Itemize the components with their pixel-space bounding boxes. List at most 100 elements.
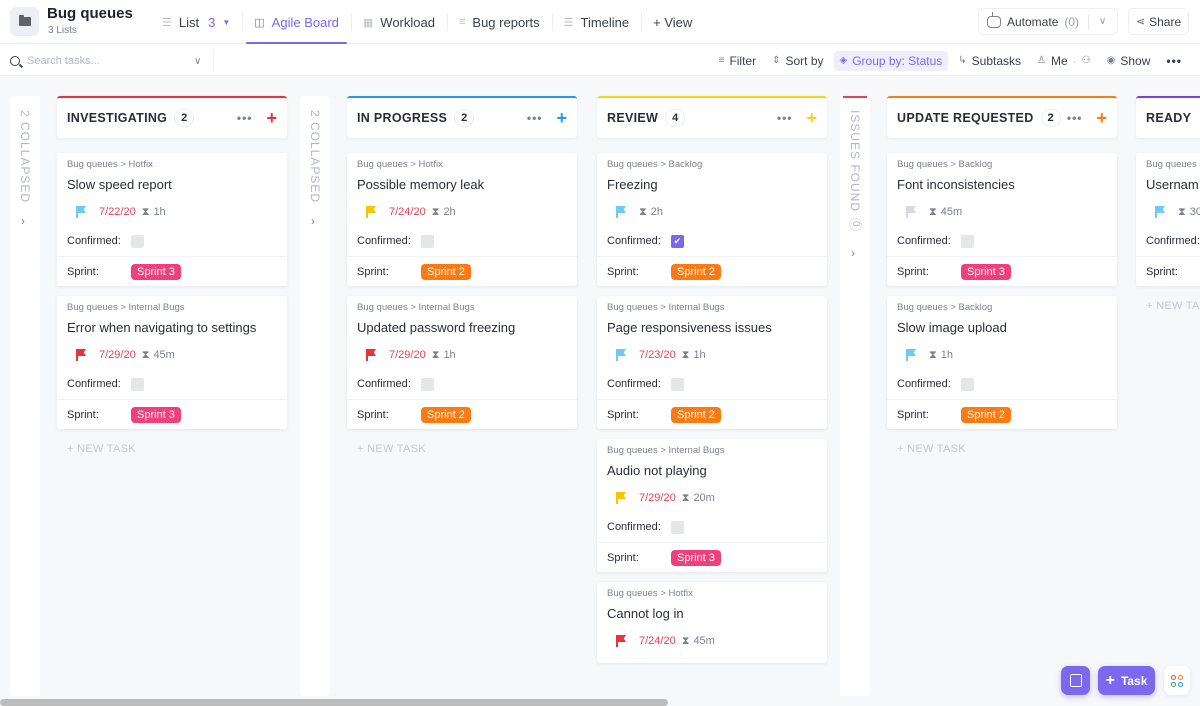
collapsed-status-issues-found[interactable]: ISSUES FOUND 0 › [840, 96, 870, 696]
priority-flag-icon[interactable] [75, 206, 87, 218]
chevron-right-icon[interactable]: › [311, 214, 315, 228]
users-icon[interactable]: ⚇ [1082, 55, 1091, 66]
confirmed-checkbox[interactable] [131, 234, 144, 248]
sprint-tag[interactable]: Sprint 2 [421, 406, 471, 423]
tab-list[interactable]: ☰ List 3 ▼ [150, 0, 242, 44]
time-estimate[interactable]: 45m [693, 635, 714, 647]
priority-flag-icon[interactable] [615, 349, 627, 361]
more-options-button[interactable]: ••• [1160, 51, 1188, 71]
sprint-tag[interactable]: Sprint 3 [671, 549, 721, 566]
add-view-button[interactable]: + View [641, 0, 704, 44]
share-button[interactable]: ⋖ Share [1128, 8, 1189, 35]
priority-flag-icon[interactable] [615, 206, 627, 218]
chevron-right-icon[interactable]: › [851, 246, 855, 260]
task-breadcrumb[interactable]: Bug queues > Internal Bugs [357, 302, 567, 316]
new-task-link[interactable]: + NEW TASK [1136, 300, 1200, 312]
task-breadcrumb[interactable]: Bug queues > Internal Bugs [607, 445, 817, 459]
task-card[interactable]: Bug queues > Hotfix Possible memory leak… [347, 153, 577, 286]
sprint-tag[interactable]: Sprint 3 [131, 406, 181, 423]
filter-button[interactable]: ≡ Filter [713, 51, 763, 71]
automate-button[interactable]: Automate (0) ∨ [978, 8, 1118, 35]
more-icon[interactable]: ••• [1067, 111, 1083, 125]
due-date[interactable]: 7/23/20 [639, 349, 676, 361]
due-date[interactable]: 7/22/20 [99, 206, 136, 218]
time-estimate[interactable]: 45m [153, 349, 174, 361]
notepad-button[interactable] [1061, 666, 1090, 695]
task-breadcrumb[interactable]: Bug queues > Hotfix [357, 159, 567, 173]
task-name[interactable]: Slow speed report [67, 177, 277, 195]
time-estimate[interactable]: 1h [443, 349, 455, 361]
sprint-tag[interactable]: Sprint 3 [961, 263, 1011, 280]
show-button[interactable]: ◉ Show [1101, 51, 1157, 71]
folder-icon[interactable] [10, 7, 39, 36]
more-icon[interactable]: ••• [527, 111, 543, 125]
task-name[interactable]: Cannot log in [607, 606, 817, 624]
task-card[interactable]: Bug queues > ... Usernam... ⧗ 30m Confir… [1136, 153, 1200, 286]
tab-agile-board[interactable]: ◫ Agile Board [242, 0, 351, 44]
chevron-right-icon[interactable]: › [21, 214, 25, 228]
task-card[interactable]: Bug queues > Internal Bugs Page responsi… [597, 296, 827, 429]
confirmed-checkbox[interactable] [421, 234, 434, 248]
priority-flag-icon[interactable] [615, 635, 627, 647]
time-estimate[interactable]: 1h [153, 206, 165, 218]
chevron-down-icon[interactable]: ∨ [1099, 16, 1106, 27]
confirmed-checkbox[interactable] [131, 377, 144, 391]
priority-flag-icon[interactable] [365, 206, 377, 218]
task-card[interactable]: Bug queues > Hotfix Cannot log in 7/24/2… [597, 582, 827, 663]
column-header[interactable]: READY ••• + [1136, 96, 1200, 138]
task-breadcrumb[interactable]: Bug queues > Backlog [897, 302, 1107, 316]
confirmed-checkbox[interactable] [421, 377, 434, 391]
confirmed-checkbox[interactable] [961, 377, 974, 391]
priority-flag-icon[interactable] [905, 206, 917, 218]
add-task-icon[interactable]: + [806, 109, 817, 127]
new-task-link[interactable]: + NEW TASK [887, 443, 1117, 455]
column-header[interactable]: REVIEW 4 ••• + [597, 96, 827, 138]
confirmed-checkbox[interactable]: ✔ [671, 234, 684, 248]
chevron-down-icon[interactable]: ∨ [194, 56, 201, 67]
due-date[interactable]: 7/29/20 [389, 349, 426, 361]
time-estimate[interactable]: 20m [693, 492, 714, 504]
due-date[interactable]: 7/24/20 [639, 635, 676, 647]
add-task-icon[interactable]: + [556, 109, 567, 127]
add-task-icon[interactable]: + [266, 109, 277, 127]
add-task-icon[interactable]: + [1096, 109, 1107, 127]
new-task-link[interactable]: + NEW TASK [347, 443, 577, 455]
task-name[interactable]: Usernam... [1146, 177, 1200, 195]
caret-down-icon[interactable]: ▼ [222, 18, 230, 27]
task-card[interactable]: Bug queues > Internal Bugs Audio not pla… [597, 439, 827, 572]
confirmed-checkbox[interactable] [671, 377, 684, 391]
more-icon[interactable]: ••• [777, 111, 793, 125]
time-estimate[interactable]: 30m [1190, 206, 1200, 218]
time-estimate[interactable]: 1h [693, 349, 705, 361]
group-by-button[interactable]: ◈ Group by: Status [833, 50, 949, 71]
task-card[interactable]: Bug queues > Hotfix Slow speed report 7/… [57, 153, 287, 286]
task-breadcrumb[interactable]: Bug queues > Internal Bugs [607, 302, 817, 316]
time-estimate[interactable]: 2h [651, 206, 663, 218]
task-breadcrumb[interactable]: Bug queues > Hotfix [67, 159, 277, 173]
priority-flag-icon[interactable] [75, 349, 87, 361]
sprint-tag[interactable]: Sprint 3 [131, 263, 181, 280]
sprint-tag[interactable]: Sprint 2 [961, 406, 1011, 423]
sprint-tag[interactable]: Sprint 2 [421, 263, 471, 280]
collapsed-group[interactable]: 2 COLLAPSED › [10, 96, 40, 696]
task-breadcrumb[interactable]: Bug queues > Hotfix [607, 588, 817, 602]
apps-button[interactable] [1164, 666, 1190, 695]
tab-bug-reports[interactable]: ≡ Bug reports [446, 0, 552, 44]
time-estimate[interactable]: 1h [941, 349, 953, 361]
task-name[interactable]: Updated password freezing [357, 320, 567, 338]
priority-flag-icon[interactable] [365, 349, 377, 361]
column-header[interactable]: IN PROGRESS 2 ••• + [347, 96, 577, 138]
task-card[interactable]: Bug queues > Internal Bugs Error when na… [57, 296, 287, 429]
priority-flag-icon[interactable] [1154, 206, 1166, 218]
new-task-link[interactable]: + NEW TASK [57, 443, 287, 455]
task-breadcrumb[interactable]: Bug queues > Backlog [897, 159, 1107, 173]
column-header[interactable]: UPDATE REQUESTED 2 ••• + [887, 96, 1117, 138]
task-breadcrumb[interactable]: Bug queues > Backlog [607, 159, 817, 173]
collapsed-group[interactable]: 2 COLLAPSED › [300, 96, 330, 696]
due-date[interactable]: 7/29/20 [639, 492, 676, 504]
sort-button[interactable]: ⇕ Sort by [766, 51, 829, 71]
priority-flag-icon[interactable] [615, 492, 627, 504]
confirmed-checkbox[interactable] [671, 520, 684, 534]
search-input[interactable] [27, 55, 187, 67]
me-button[interactable]: ♙ Me · ⚇ [1031, 51, 1097, 71]
